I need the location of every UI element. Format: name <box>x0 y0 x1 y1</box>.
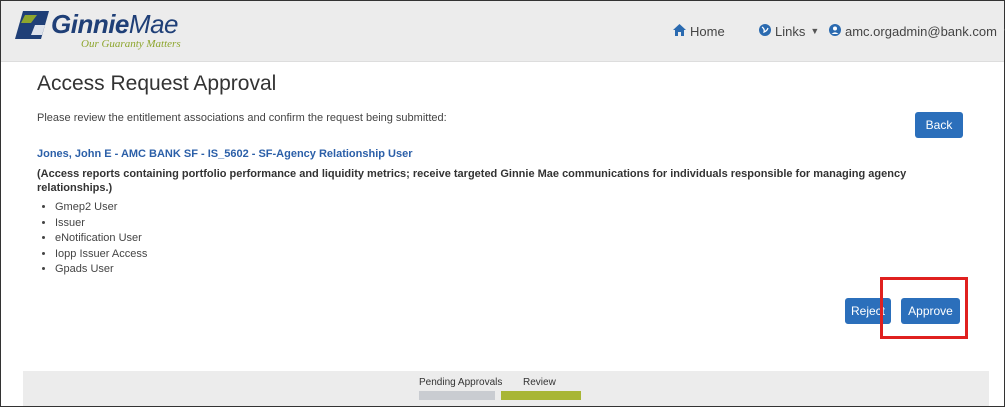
entitlement-title-link[interactable]: Jones, John E - AMC BANK SF - IS_5602 - … <box>37 148 413 160</box>
nav-user-label: amc.orgadmin@bank.com <box>845 23 997 39</box>
nav-user-dropdown[interactable]: amc.orgadmin@bank.com ▼ <box>829 1 1005 61</box>
role-item: Iopp Issuer Access <box>55 247 147 263</box>
home-icon <box>673 23 686 39</box>
ginnie-mae-logo-mark-icon <box>15 11 49 39</box>
role-list: Gmep2 User Issuer eNotification User Iop… <box>37 200 147 278</box>
role-item: Issuer <box>55 216 147 232</box>
logo-tagline: Our Guaranty Matters <box>81 38 181 50</box>
nav-links-dropdown[interactable]: Links ▼ <box>759 1 819 61</box>
nav-links-label: Links <box>775 23 806 39</box>
step-review-bar <box>501 391 581 400</box>
user-icon <box>829 23 841 39</box>
top-navbar: GinnieMae Our Guaranty Matters Home Link… <box>1 1 1005 62</box>
logo-bold-text: Ginnie <box>51 9 129 39</box>
back-button[interactable]: Back <box>915 112 963 138</box>
nav-home[interactable]: Home <box>673 1 725 61</box>
step-pending-approvals-label: Pending Approvals <box>419 377 503 388</box>
approve-button[interactable]: Approve <box>901 298 960 324</box>
role-item: Gpads User <box>55 262 147 278</box>
app-frame: GinnieMae Our Guaranty Matters Home Link… <box>0 0 1005 407</box>
nav-home-label: Home <box>690 23 725 39</box>
chevron-down-icon: ▼ <box>810 26 820 36</box>
globe-icon <box>759 23 771 39</box>
entitlement-description: (Access reports containing portfolio per… <box>37 168 907 194</box>
ginnie-mae-logo[interactable]: GinnieMae Our Guaranty Matters <box>13 7 203 53</box>
logo-wordmark: GinnieMae <box>51 9 178 40</box>
role-item: Gmep2 User <box>55 200 147 216</box>
logo-light-text: Mae <box>128 9 179 39</box>
role-item: eNotification User <box>55 231 147 247</box>
intro-text: Please review the entitlement associatio… <box>37 112 447 124</box>
reject-button[interactable]: Reject <box>845 298 891 324</box>
progress-footer: Pending Approvals Review <box>23 371 989 406</box>
step-review-label: Review <box>523 377 556 388</box>
step-pending-approvals-bar <box>419 391 495 400</box>
main-content: Access Request Approval Please review th… <box>23 62 989 371</box>
page-title: Access Request Approval <box>37 72 277 95</box>
